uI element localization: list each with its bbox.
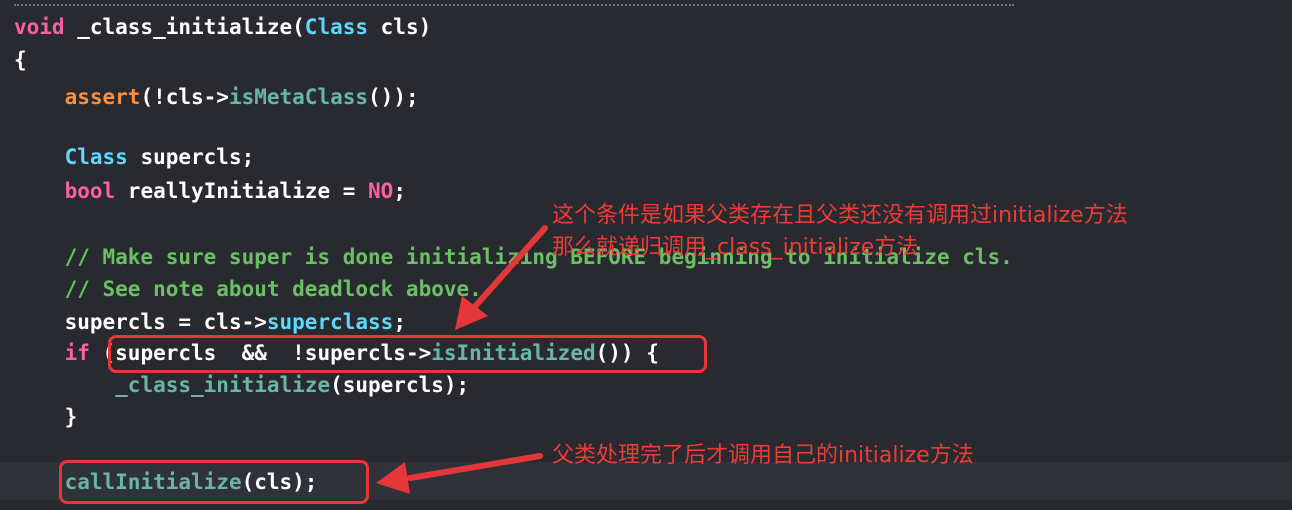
annotation-arrows: [376, 225, 548, 494]
arrow-2-icon: [376, 453, 543, 494]
arrow-1-icon: [455, 225, 548, 330]
code-editor[interactable]: void _class_initialize(Class cls) { asse…: [0, 0, 1292, 510]
